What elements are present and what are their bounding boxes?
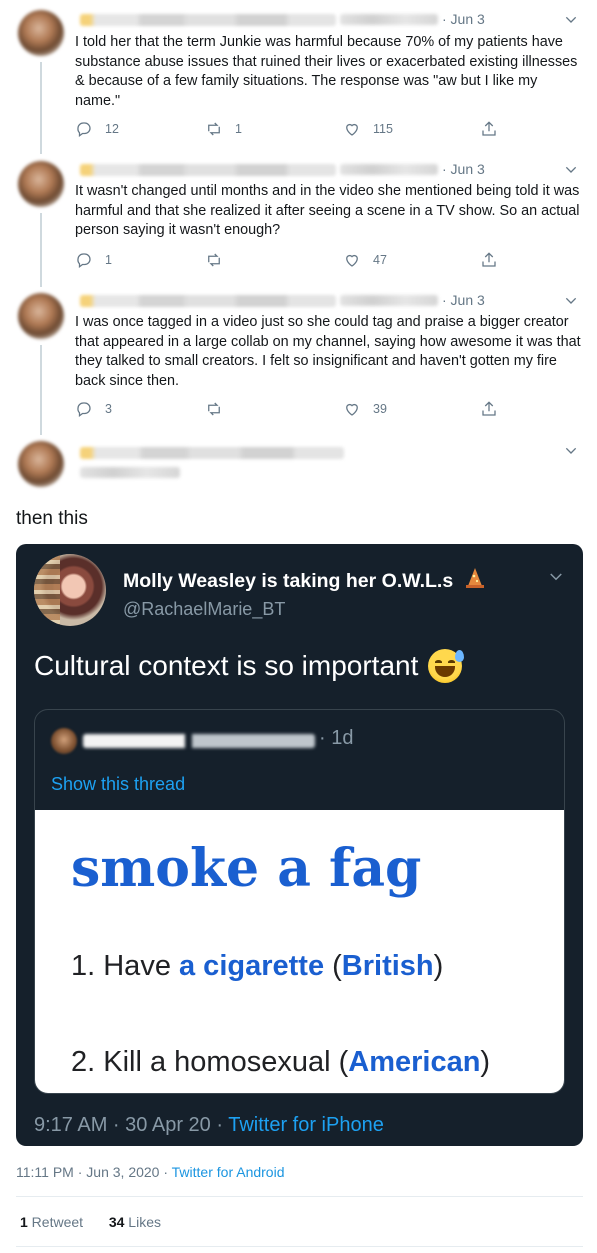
avatar (51, 728, 77, 754)
chevron-down-icon (550, 573, 562, 581)
quoted-tweet: · 1d Show this thread smoke a fag 1. Hav… (34, 709, 565, 1094)
reply-count: 1 (105, 253, 112, 267)
blurred-author (80, 295, 336, 307)
like-button[interactable]: 47 (343, 251, 387, 269)
wizard-hat-emoji (465, 568, 484, 588)
like-count: 47 (373, 253, 387, 267)
likes-stat[interactable]: 34 Likes (109, 1214, 161, 1230)
definition-1: 1. Have a cigarette (British) (71, 950, 444, 982)
show-thread-link: Show this thread (51, 774, 186, 794)
share-button[interactable] (480, 251, 498, 269)
share-button[interactable] (480, 120, 498, 138)
share-icon (482, 121, 496, 136)
embed-timestamp: 9:17 AM · 30 Apr 20 · Twitter for iPhone (34, 1114, 384, 1136)
blurred-author (80, 164, 336, 176)
main-tweet-text: then this (16, 508, 88, 529)
like-icon (346, 123, 358, 136)
reply-tweet[interactable]: · Jun 3 It wasn't changed until months a… (0, 155, 597, 287)
retweet-button[interactable]: 1 (205, 120, 242, 138)
share-icon (482, 252, 496, 267)
share-button[interactable] (480, 400, 498, 418)
reply-tweet[interactable]: · Jun 3 I was once tagged in a video jus… (0, 287, 597, 435)
retweet-button[interactable] (205, 400, 235, 418)
retweet-icon (208, 253, 220, 267)
reply-icon (77, 122, 91, 138)
thread-line (40, 213, 42, 287)
reply-button[interactable]: 1 (75, 251, 112, 269)
reply-button[interactable]: 3 (75, 400, 112, 418)
reply-icon (77, 402, 91, 418)
thread-line (40, 62, 42, 154)
definition-title: smoke a fag (71, 838, 422, 899)
avatar[interactable] (18, 441, 64, 487)
definition-image: smoke a fag 1. Have a cigarette (British… (35, 810, 564, 1093)
embed-author-name: Molly Weasley is taking her O.W.L.s (123, 566, 487, 593)
blurred-handle (340, 14, 438, 25)
tweet-date[interactable]: · Jun 3 (442, 292, 485, 308)
avatar[interactable] (18, 161, 64, 207)
reply-tweet[interactable]: · Jun 3 I told her that the term Junkie … (0, 0, 597, 155)
blurred-author (80, 14, 336, 26)
avatar[interactable] (18, 10, 64, 56)
divider (16, 1246, 583, 1247)
blurred-handle (340, 295, 438, 306)
tweet-date[interactable]: · Jun 3 (442, 11, 485, 27)
tweet-actions: 3 39 (75, 400, 505, 420)
blurred-handle (340, 164, 438, 175)
thread-line (40, 345, 42, 435)
retweet-button[interactable] (205, 251, 235, 269)
chevron-down-icon[interactable] (563, 162, 579, 178)
like-button[interactable]: 115 (343, 120, 393, 138)
like-count: 115 (373, 122, 393, 136)
retweet-count: 1 (235, 122, 242, 136)
embed-author-handle: @RachaelMarie_BT (123, 599, 286, 619)
like-button[interactable]: 39 (343, 400, 387, 418)
reply-button[interactable]: 12 (75, 120, 119, 138)
retweets-stat[interactable]: 1 Retweet (20, 1214, 83, 1230)
tweet-date[interactable]: · Jun 3 (442, 161, 485, 177)
tweet-text: It wasn't changed until months and in th… (75, 183, 580, 238)
reply-count: 3 (105, 402, 112, 416)
like-icon (346, 254, 358, 267)
definition-2: 2. Kill a homosexual (American) (71, 1046, 491, 1078)
tweet-timestamp[interactable]: 11:11 PM · Jun 3, 2020 · Twitter for And… (16, 1164, 284, 1180)
reply-icon (77, 253, 91, 269)
tweet-stats: 1 Retweet 34 Likes (20, 1214, 161, 1230)
retweet-icon (208, 122, 220, 136)
blurred-author (80, 447, 344, 459)
tweet-actions: 1 47 (75, 251, 505, 271)
retweet-icon (208, 402, 220, 416)
like-count: 39 (373, 402, 387, 416)
embed-tweet-text: Cultural context is so important (34, 649, 465, 683)
sweat-smile-emoji (428, 649, 465, 683)
main-tweet-header (0, 435, 597, 495)
source-link[interactable]: Twitter for Android (172, 1164, 285, 1180)
reply-count: 12 (105, 122, 119, 136)
chevron-down-icon[interactable] (563, 12, 579, 28)
tweet-text: I was once tagged in a video just so she… (75, 314, 581, 389)
share-icon (482, 401, 496, 416)
chevron-down-icon[interactable] (563, 443, 579, 459)
divider (16, 1196, 583, 1197)
blurred-author (83, 734, 315, 748)
quote-date: · 1d (319, 727, 354, 749)
blurred-handle (80, 467, 180, 478)
avatar[interactable] (18, 293, 64, 339)
like-icon (346, 403, 358, 416)
avatar (34, 554, 106, 626)
embedded-tweet-image[interactable]: Molly Weasley is taking her O.W.L.s @Rac… (16, 544, 583, 1146)
tweet-text: I told her that the term Junkie was harm… (75, 34, 578, 109)
chevron-down-icon[interactable] (563, 293, 579, 309)
tweet-actions: 12 1 115 (75, 120, 505, 140)
